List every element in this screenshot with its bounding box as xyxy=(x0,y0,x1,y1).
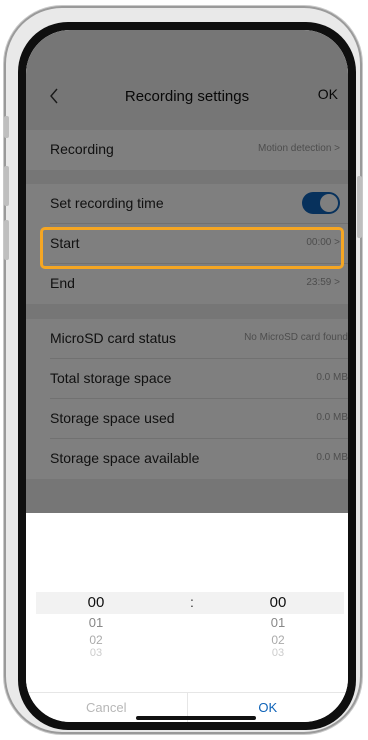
modal-overlay[interactable] xyxy=(26,30,348,513)
power-button xyxy=(357,176,362,238)
time-separator: : xyxy=(190,594,194,610)
minute-option: 01 xyxy=(270,615,286,630)
phone-screen: Recording settings OK Recording Motion d… xyxy=(26,30,348,722)
hour-option: 01 xyxy=(88,615,104,630)
hour-wheel[interactable]: 00 01 02 03 xyxy=(46,592,146,658)
minute-option: 03 xyxy=(271,648,285,658)
minute-option: 02 xyxy=(271,633,285,647)
minute-selected: 00 xyxy=(269,594,287,611)
hour-option: 03 xyxy=(89,648,103,658)
start-row-highlight xyxy=(40,227,344,269)
volume-down-button xyxy=(4,220,9,260)
home-indicator[interactable] xyxy=(136,716,256,720)
mute-switch xyxy=(4,116,9,138)
volume-up-button xyxy=(4,166,9,206)
hour-selected: 00 xyxy=(87,594,105,611)
phone-frame: Recording settings OK Recording Motion d… xyxy=(4,6,362,734)
phone-bezel: Recording settings OK Recording Motion d… xyxy=(18,22,356,730)
minute-wheel[interactable]: 00 01 02 03 xyxy=(228,592,328,658)
hour-option: 02 xyxy=(89,633,103,647)
time-picker-sheet: 00 01 02 03 : 00 01 02 03 Cancel OK xyxy=(26,513,348,722)
